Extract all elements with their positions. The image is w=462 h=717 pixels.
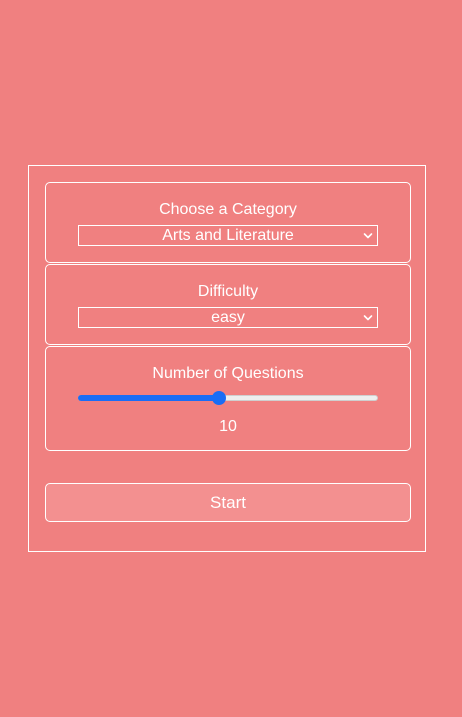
slider-fill [78,395,219,401]
chevron-down-icon [363,315,373,321]
slider-thumb[interactable] [212,391,226,405]
start-button[interactable]: Start [45,483,411,522]
difficulty-label: Difficulty [197,283,259,300]
difficulty-select[interactable]: easy [78,307,378,328]
questions-label: Number of Questions [152,365,304,382]
chevron-down-icon [363,233,373,239]
category-card: Choose a Category Arts and Literature [45,182,411,263]
category-select[interactable]: Arts and Literature [78,225,378,246]
category-selected-value: Arts and Literature [162,227,294,244]
difficulty-selected-value: easy [211,309,245,326]
questions-count: 10 [219,418,237,435]
difficulty-card: Difficulty easy [45,264,411,345]
questions-slider[interactable] [78,391,378,405]
quiz-setup-form: Choose a Category Arts and Literature Di… [28,165,426,552]
questions-card: Number of Questions 10 [45,346,411,451]
category-label: Choose a Category [159,201,297,218]
